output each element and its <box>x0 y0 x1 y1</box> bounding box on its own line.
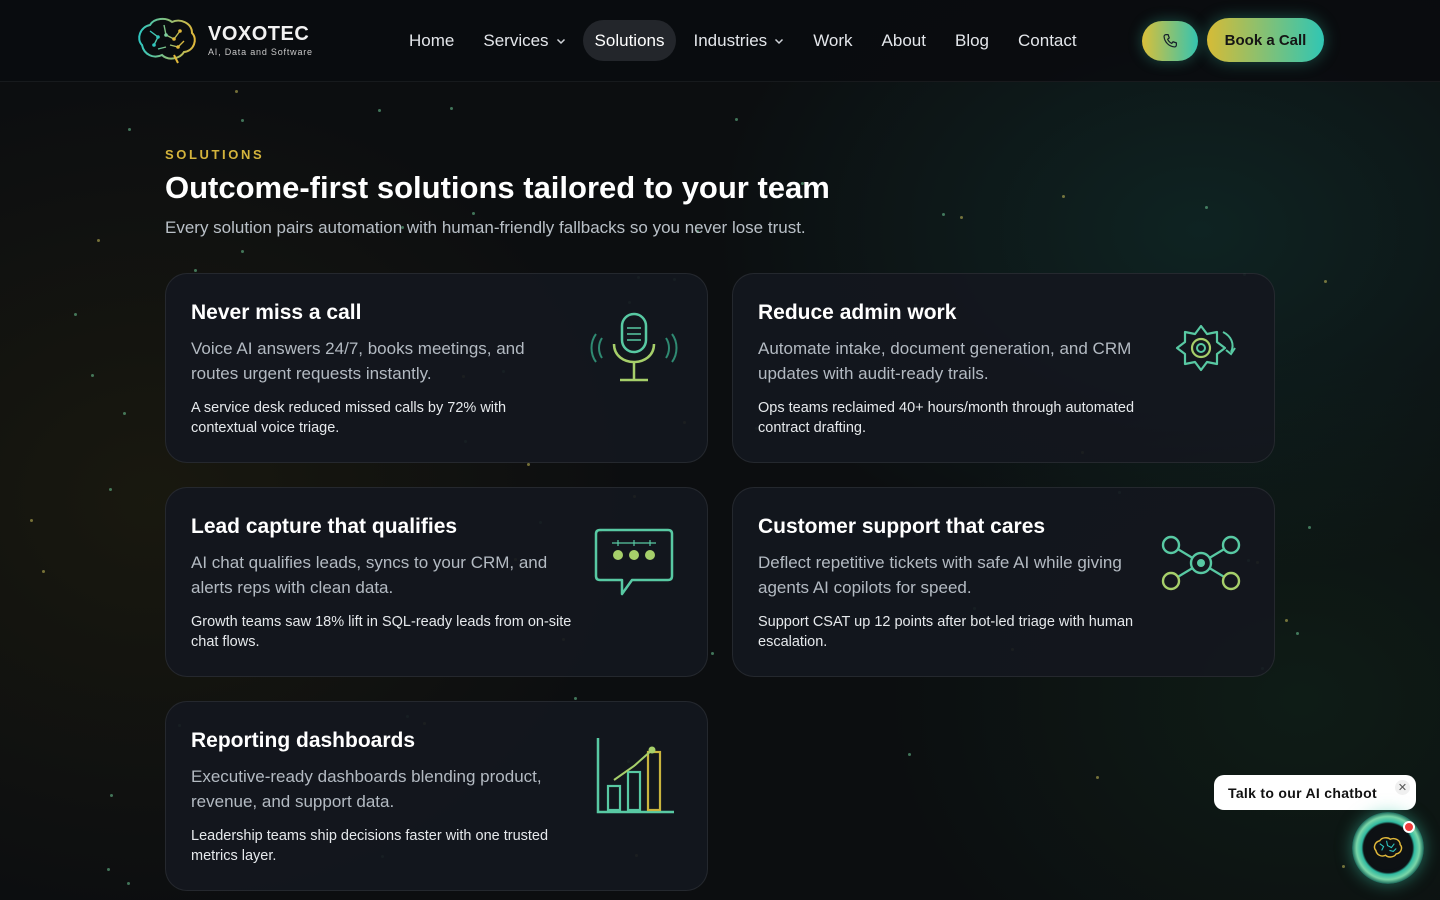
microphone-icon <box>590 312 678 382</box>
network-nodes-icon <box>1161 535 1241 591</box>
star-dot <box>128 128 131 131</box>
star-dot <box>1285 619 1288 622</box>
site-header: VOXOTEC AI, Data and Software Home Servic… <box>0 0 1440 82</box>
nav-item-label: About <box>881 30 926 50</box>
star-dot <box>235 90 238 93</box>
nav-item-home[interactable]: Home <box>397 20 466 61</box>
card-title: Lead capture that qualifies <box>191 515 458 538</box>
card-description: Voice AI answers 24/7, books meetings, a… <box>191 339 525 383</box>
nav-item-industries[interactable]: Industries <box>681 20 796 61</box>
nav-item-solutions[interactable]: Solutions <box>582 20 677 61</box>
star-dot <box>123 412 126 415</box>
bar-chart-icon <box>596 738 674 814</box>
star-dot <box>42 570 45 573</box>
card-description: AI chat qualifies leads, syncs to your C… <box>191 553 548 597</box>
brand-logo[interactable]: VOXOTEC AI, Data and Software <box>134 15 313 65</box>
star-dot <box>1308 526 1311 529</box>
brand-name: VOXOTEC <box>208 23 310 45</box>
star-dot <box>194 269 197 272</box>
star-dot <box>1096 776 1099 779</box>
card-title: Never miss a call <box>191 301 362 324</box>
nav-item-label: Home <box>409 30 455 50</box>
chatbot-notification-badge <box>1403 821 1415 833</box>
nav-item-blog[interactable]: Blog <box>943 20 1001 61</box>
nav-item-contact[interactable]: Contact <box>1006 20 1089 61</box>
chatbot-brain-icon[interactable] <box>1366 826 1410 870</box>
star-dot <box>711 652 714 655</box>
phone-icon <box>1163 34 1177 48</box>
star-dot <box>942 213 945 216</box>
star-dot <box>110 794 113 797</box>
nav-item-services[interactable]: Services <box>471 20 577 61</box>
chevron-down-icon <box>556 38 565 44</box>
star-dot <box>1205 206 1208 209</box>
card-description: Deflect repetitive tickets with safe AI … <box>758 553 1122 597</box>
star-dot <box>97 239 100 242</box>
main-nav: Home Services Solutions Industries Work About… <box>397 20 1094 61</box>
star-dot <box>91 374 94 377</box>
section-title: Outcome-first solutions tailored to your… <box>165 170 830 205</box>
card-proof: Support CSAT up 12 points after bot-led … <box>758 614 1134 650</box>
nav-item-label: Industries <box>693 30 768 50</box>
star-dot <box>1342 865 1345 868</box>
brain-logo-icon <box>138 17 196 64</box>
brand-tagline: AI, Data and Software <box>208 47 313 57</box>
card-title: Reporting dashboards <box>191 729 416 752</box>
nav-item-label: Solutions <box>594 30 665 50</box>
solution-card-lead-capture[interactable]: Lead capture that qualifies AI chat qual… <box>165 487 708 677</box>
star-dot <box>241 119 244 122</box>
nav-item-label: Contact <box>1018 30 1077 50</box>
solution-card-voice[interactable]: Never miss a call Voice AI answers 24/7,… <box>165 273 708 463</box>
phone-call-button[interactable] <box>1142 21 1198 61</box>
card-proof: Growth teams saw 18% lift in SQL-ready l… <box>191 614 572 650</box>
card-proof: Leadership teams ship decisions faster w… <box>191 828 549 864</box>
star-dot <box>908 753 911 756</box>
solution-card-admin[interactable]: Reduce admin work Automate intake, docum… <box>732 273 1275 463</box>
chat-bubble-icon <box>594 528 674 596</box>
chevron-down-icon <box>775 38 784 44</box>
nav-item-about[interactable]: About <box>870 20 938 61</box>
star-dot <box>960 216 963 219</box>
chatbot-prompt[interactable]: Talk to our AI chatbot <box>1214 775 1416 810</box>
star-dot <box>1324 280 1327 283</box>
solution-card-support[interactable]: Customer support that cares Deflect repe… <box>732 487 1275 677</box>
star-dot <box>107 868 110 871</box>
star-dot <box>241 250 244 253</box>
book-call-button[interactable]: Book a Call <box>1207 18 1324 62</box>
star-dot <box>30 519 33 522</box>
section-subtitle: Every solution pairs automation with hum… <box>165 218 806 237</box>
solution-card-reporting[interactable]: Reporting dashboards Executive-ready das… <box>165 701 708 891</box>
section-eyebrow: SOLUTIONS <box>165 147 265 162</box>
star-dot <box>127 882 130 885</box>
card-title: Customer support that cares <box>758 515 1046 538</box>
star-dot <box>378 109 381 112</box>
chatbot-close-icon[interactable]: ✕ <box>1395 780 1410 795</box>
nav-item-label: Blog <box>954 30 990 50</box>
star-dot <box>574 697 577 700</box>
card-description: Executive-ready dashboards blending prod… <box>191 767 542 811</box>
star-dot <box>109 488 112 491</box>
nav-item-work[interactable]: Work <box>801 20 864 61</box>
gear-cycle-icon <box>1175 324 1236 372</box>
star-dot <box>74 313 77 316</box>
star-dot <box>1062 195 1065 198</box>
star-dot <box>472 212 475 215</box>
card-description: Automate intake, document generation, an… <box>758 339 1132 383</box>
star-dot <box>527 463 530 466</box>
card-proof: A service desk reduced missed calls by 7… <box>191 400 507 436</box>
star-dot <box>1296 632 1299 635</box>
star-dot <box>450 107 453 110</box>
nav-item-label: Work <box>813 30 853 50</box>
star-dot <box>735 118 738 121</box>
nav-item-label: Services <box>483 30 549 50</box>
card-title: Reduce admin work <box>758 301 957 324</box>
card-proof: Ops teams reclaimed 40+ hours/month thro… <box>758 400 1135 436</box>
